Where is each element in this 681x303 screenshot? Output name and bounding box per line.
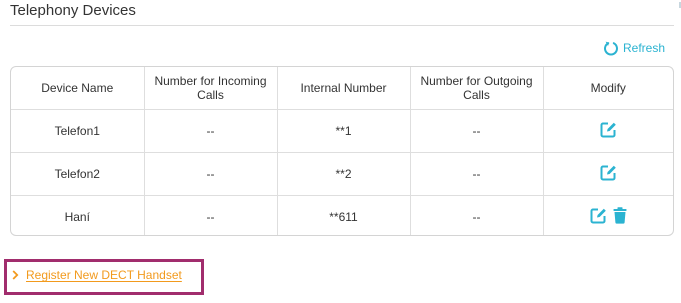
column-header-incoming: Number for Incoming Calls [144, 67, 278, 110]
table-header-row: Device Name Number for Incoming Calls In… [11, 67, 673, 110]
modify-cell [543, 152, 673, 196]
table-row: Haní -- **611 -- [11, 195, 673, 236]
device-name-cell: Haní [11, 195, 145, 235]
column-header-device-name: Device Name [11, 67, 145, 110]
column-header-modify: Modify [543, 67, 673, 110]
column-header-internal: Internal Number [277, 67, 411, 110]
internal-number-cell: **1 [277, 109, 411, 153]
devices-table: Device Name Number for Incoming Calls In… [10, 66, 674, 236]
table-row: Telefon2 -- **2 -- [11, 152, 673, 196]
device-name-cell: Telefon2 [11, 152, 145, 196]
outgoing-number-cell: -- [410, 195, 544, 235]
incoming-number-cell: -- [144, 152, 278, 196]
edit-icon[interactable] [600, 121, 617, 138]
refresh-label: Refresh [623, 41, 666, 55]
edit-icon[interactable] [590, 207, 607, 224]
chevron-right-icon [12, 270, 19, 280]
trash-icon[interactable] [613, 207, 627, 224]
incoming-number-cell: -- [144, 195, 278, 235]
column-header-outgoing: Number for Outgoing Calls [410, 67, 544, 110]
title-divider [10, 25, 674, 26]
device-name-cell: Telefon1 [11, 109, 145, 153]
register-dect-handset-label: Register New DECT Handset [26, 268, 182, 282]
internal-number-cell: **611 [277, 195, 411, 235]
outgoing-number-cell: -- [410, 152, 544, 196]
register-dect-handset-link[interactable]: Register New DECT Handset [12, 268, 182, 282]
incoming-number-cell: -- [144, 109, 278, 153]
modify-cell [543, 196, 673, 236]
outgoing-number-cell: -- [410, 109, 544, 153]
modify-cell [543, 109, 673, 153]
section-title: Telephony Devices [10, 2, 136, 19]
edit-icon[interactable] [600, 164, 617, 181]
refresh-button[interactable]: Refresh [603, 39, 665, 57]
internal-number-cell: **2 [277, 152, 411, 196]
refresh-icon [603, 40, 619, 56]
table-row: Telefon1 -- **1 -- [11, 109, 673, 153]
